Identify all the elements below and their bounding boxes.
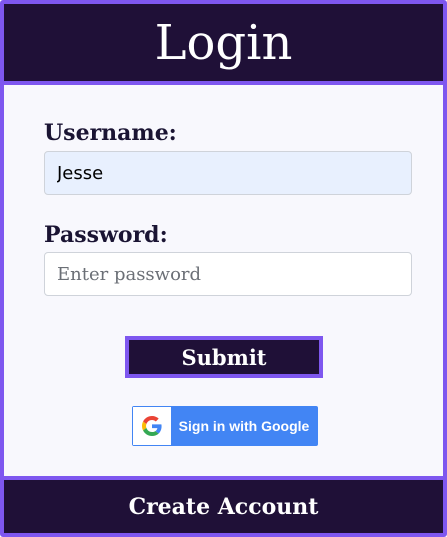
password-label: Password: bbox=[44, 222, 168, 248]
google-g-icon bbox=[142, 416, 162, 436]
submit-button[interactable]: Submit bbox=[125, 336, 323, 378]
username-label: Username: bbox=[44, 120, 177, 146]
create-account-label: Create Account bbox=[128, 493, 319, 520]
password-input[interactable] bbox=[44, 252, 412, 296]
login-header: Login bbox=[4, 4, 443, 85]
login-panel: Login Username: Password: Submit Sign in… bbox=[0, 0, 447, 537]
page-title: Login bbox=[154, 14, 293, 71]
google-icon-box bbox=[133, 407, 171, 445]
google-sign-in-label: Sign in with Google bbox=[178, 418, 310, 434]
google-sign-in-button[interactable]: Sign in with Google bbox=[132, 406, 318, 446]
create-account-button[interactable]: Create Account bbox=[4, 476, 443, 533]
username-input[interactable] bbox=[44, 151, 412, 195]
